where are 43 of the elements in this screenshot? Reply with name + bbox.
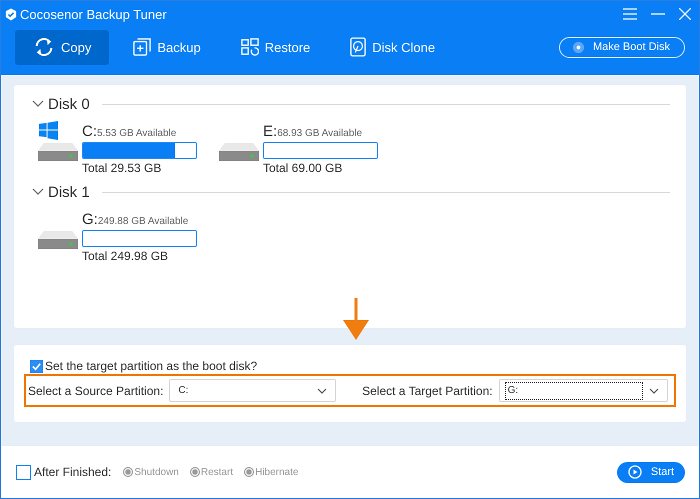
disk-name: Disk 0: [48, 96, 90, 112]
sync-icon: [33, 36, 55, 58]
total-size: Total 249.98 GB: [82, 249, 170, 263]
target-label: Select a Target Partition:: [362, 384, 493, 398]
chevron-down-icon: [649, 388, 659, 394]
tab[interactable]: Copy: [15, 30, 110, 64]
drive-letter: G:: [82, 211, 98, 228]
source-dropdown[interactable]: C:: [169, 379, 336, 402]
after-finished-label: After Finished:: [34, 465, 112, 479]
hard-drive-icon[interactable]: [38, 141, 78, 163]
disk-name: Disk 1: [48, 184, 90, 200]
windows-logo-icon: [39, 121, 58, 140]
backup-icon: [133, 38, 152, 56]
checkbox[interactable]: [30, 360, 43, 372]
available-space: 5.53 GB Available: [97, 128, 176, 139]
window-title: Cocosenor Backup Tuner: [20, 6, 167, 22]
start-button[interactable]: Start: [617, 462, 685, 482]
total-size: Total 29.53 GB: [82, 161, 162, 175]
drive-letter: E:: [263, 123, 278, 140]
total-size: Total 69.00 GB: [263, 161, 344, 175]
source-label: Select a Source Partition:: [28, 384, 164, 398]
available-space: 68.93 GB Available: [277, 128, 362, 139]
drive-letter: C:: [82, 123, 97, 140]
play-icon: [628, 465, 642, 479]
tab[interactable]: Disk Clone: [334, 30, 452, 64]
chevron-icon[interactable]: [32, 100, 44, 108]
tab[interactable]: Restore: [224, 30, 326, 64]
make-boot-disk-button[interactable]: Make Boot Disk: [558, 36, 685, 58]
disc-icon: [572, 40, 585, 54]
target-dropdown[interactable]: G:: [498, 379, 668, 402]
hard-drive-icon[interactable]: [219, 141, 259, 163]
chevron-down-icon: [317, 388, 328, 394]
down-arrow-icon: [341, 298, 371, 340]
tab[interactable]: Backup: [117, 30, 217, 64]
boot-option-label: Set the target partition as the boot disk?: [45, 359, 258, 373]
app-logo-icon: [5, 8, 17, 20]
available-space: 249.88 GB Available: [98, 216, 188, 227]
close-icon[interactable]: [679, 8, 691, 20]
restore-icon: [240, 38, 259, 56]
hard-drive-icon[interactable]: [38, 229, 78, 251]
chevron-icon[interactable]: [32, 188, 44, 196]
checkbox[interactable]: [16, 464, 31, 480]
menu-icon[interactable]: [623, 8, 637, 20]
